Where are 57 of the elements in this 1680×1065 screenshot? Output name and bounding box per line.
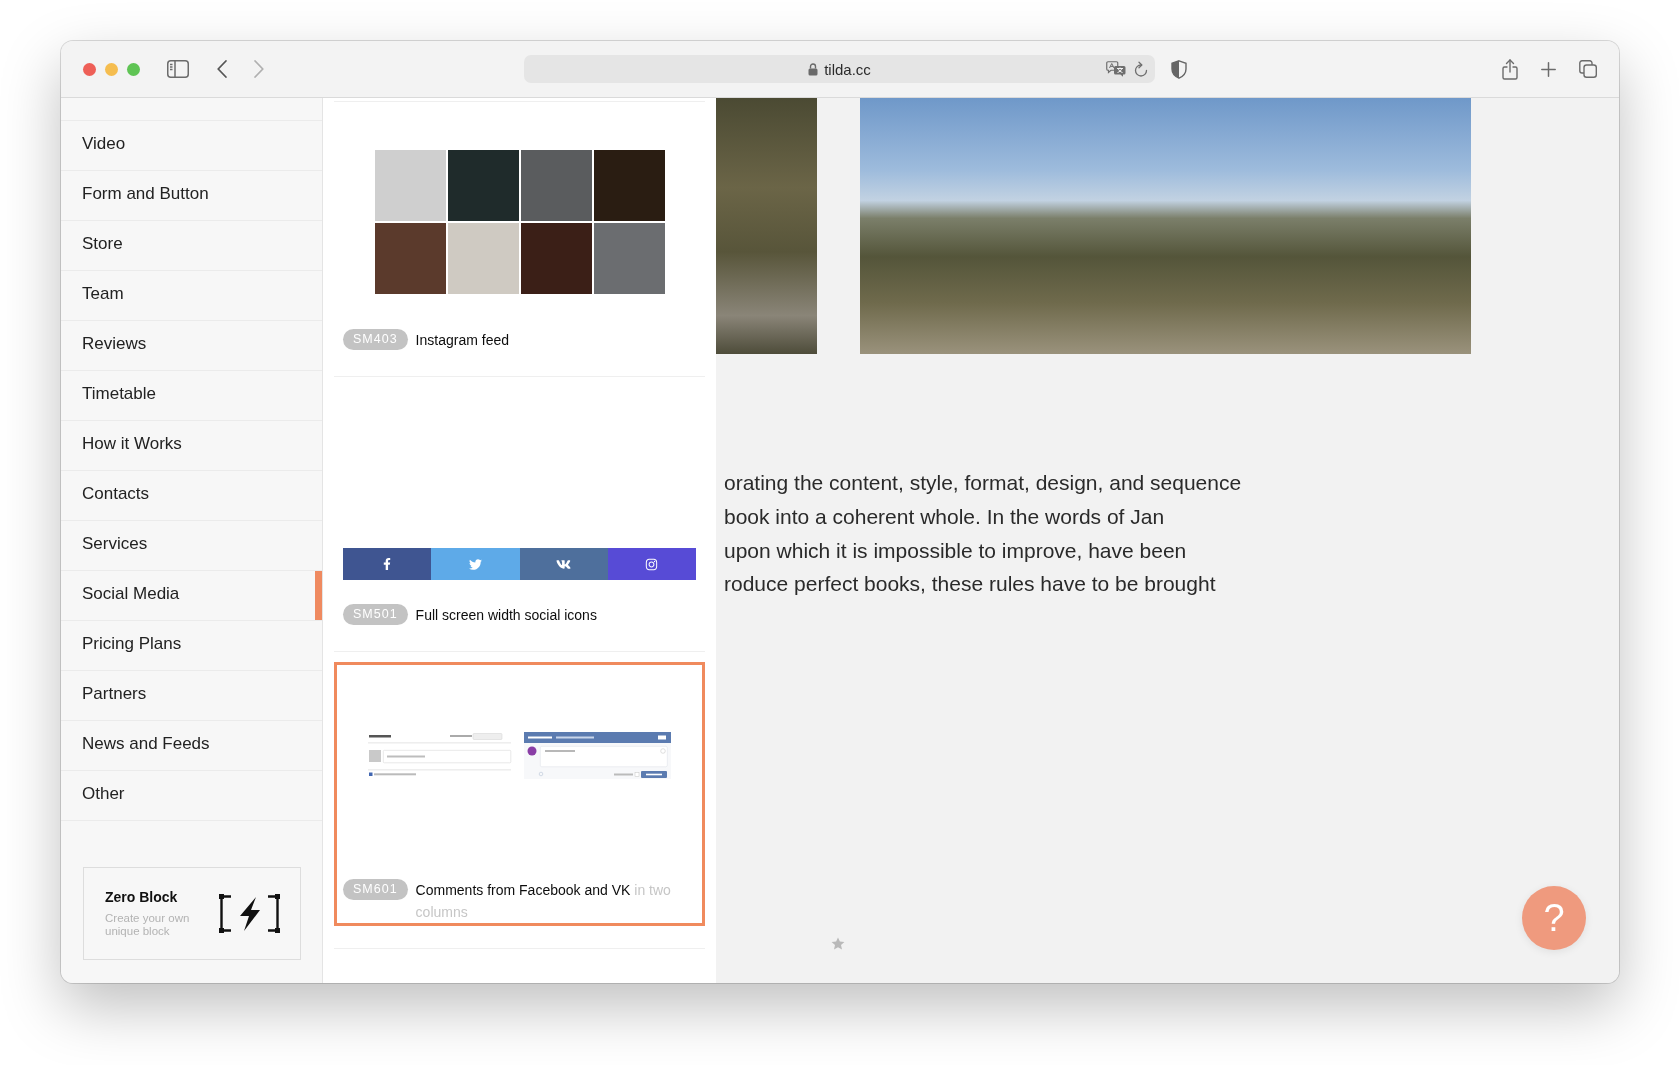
zero-block-subtitle: Create your own unique block — [105, 912, 191, 938]
chevron-right-icon[interactable] — [254, 60, 264, 78]
photo-placeholder — [593, 150, 665, 221]
block-caption: Full screen width social icons — [415, 606, 597, 625]
social-share-segment[interactable] — [431, 548, 520, 580]
social-share-segment[interactable] — [343, 548, 432, 580]
shield-icon[interactable] — [1171, 59, 1187, 79]
sidebar-toggle-icon[interactable] — [167, 60, 189, 78]
photo-placeholder — [593, 223, 665, 294]
sidebar-item[interactable]: Team — [61, 271, 322, 321]
zero-block-title: Zero Block — [105, 889, 179, 905]
tabs-overview-icon[interactable] — [1579, 60, 1597, 78]
twitter-icon — [468, 557, 482, 571]
body-text: orating the content, style, format, design, and sequence book into a coherent whole. In the words of Jan upon which it is impossible to improve, have been roduce perfect books, these rules have to be brought — [723, 470, 1243, 598]
sidebar-item[interactable]: Services — [61, 521, 322, 571]
block-caption: Instagram feed — [415, 331, 509, 350]
block-card[interactable]: SM501 Full screen width social icons — [334, 387, 705, 629]
photo-placeholder — [374, 223, 446, 294]
photo-placeholder — [374, 150, 446, 221]
translate-icon[interactable] — [1106, 61, 1126, 77]
sidebar-item[interactable]: Partners — [61, 671, 322, 721]
block-card[interactable]: SM403 Instagram feed — [334, 112, 705, 354]
address-bar[interactable]: tilda.cc — [524, 55, 1155, 83]
sidebar-item[interactable]: Store — [61, 221, 322, 271]
block-code-badge: SM501 — [343, 604, 408, 625]
block-card[interactable]: SM601 Comments from Facebook and VK in two columns — [334, 662, 705, 926]
lock-icon — [808, 62, 819, 76]
plus-icon[interactable] — [1541, 61, 1556, 77]
sidebar-item[interactable]: Video — [61, 121, 322, 171]
social-share-segment[interactable] — [519, 548, 608, 580]
chevron-left-icon[interactable] — [217, 60, 227, 78]
sidebar-item[interactable]: How it Works — [61, 421, 322, 471]
sidebar-item[interactable]: Other — [61, 771, 322, 821]
reload-icon[interactable] — [1134, 61, 1148, 77]
zero-block-card[interactable]: Zero Block Create your own unique block — [83, 867, 301, 960]
sidebar-item[interactable]: Reviews — [61, 321, 322, 371]
fullscreen-window-icon[interactable] — [127, 62, 140, 76]
photo-placeholder — [447, 150, 519, 221]
sidebar-item[interactable]: Form and Button — [61, 171, 322, 221]
star-icon[interactable] — [831, 937, 845, 950]
sidebar-item[interactable]: Social Media — [61, 571, 322, 621]
block-code-badge: SM403 — [343, 329, 408, 350]
instagram-icon — [645, 557, 659, 571]
photo-placeholder — [520, 150, 592, 221]
sidebar-item[interactable]: Contacts — [61, 471, 322, 521]
url-text: tilda.cc — [824, 60, 871, 78]
sidebar-item[interactable]: Timetable — [61, 371, 322, 421]
photo-placeholder — [447, 223, 519, 294]
block-code-badge: SM601 — [343, 879, 408, 900]
sidebar-item[interactable]: Pricing Plans — [61, 621, 322, 671]
close-window-icon[interactable] — [83, 62, 96, 76]
sidebar-item[interactable]: News and Feeds — [61, 721, 322, 771]
lightning-frame-icon — [219, 894, 280, 933]
block-caption: Comments from Facebook and VK in two columns — [415, 881, 672, 922]
social-share-segment[interactable] — [607, 548, 696, 580]
share-icon[interactable] — [1502, 58, 1518, 80]
photo-placeholder — [520, 223, 592, 294]
